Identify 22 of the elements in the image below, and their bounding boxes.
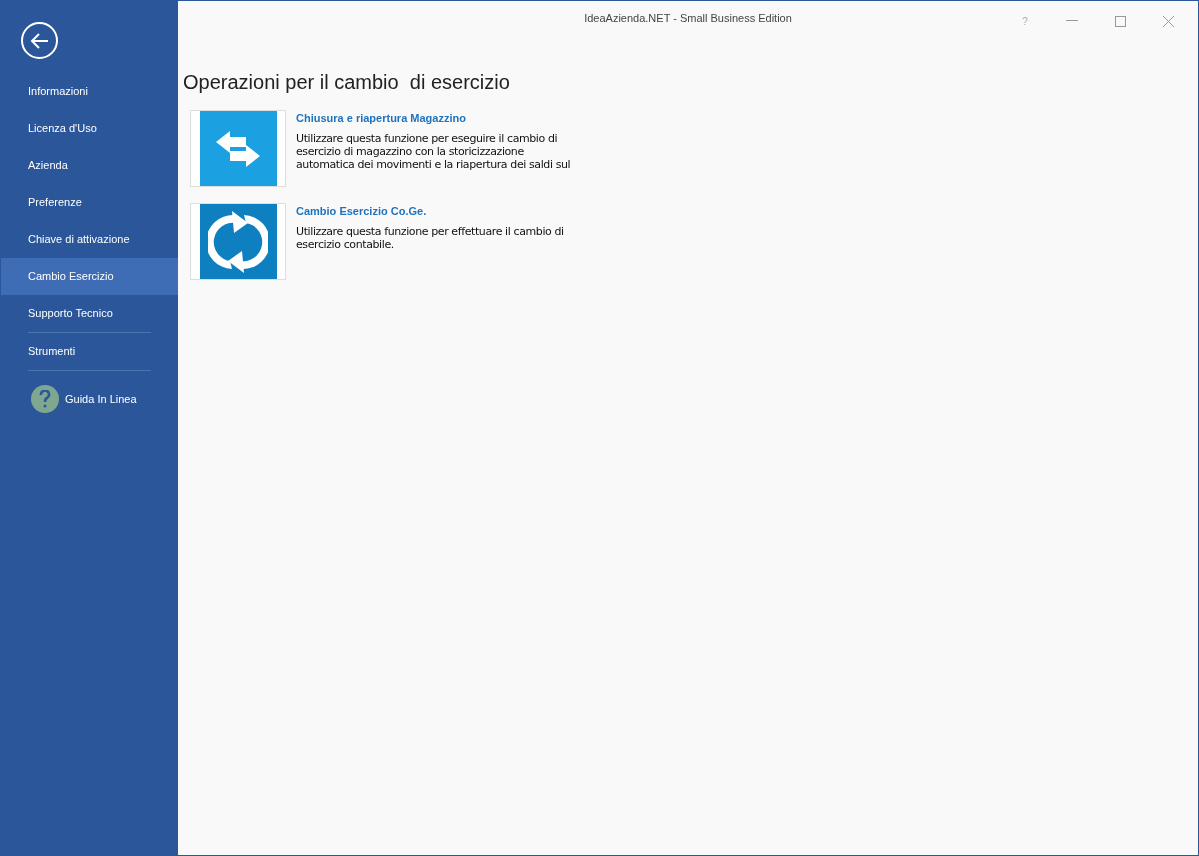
back-arrow-icon [29, 31, 50, 50]
sidebar-item[interactable]: Chiave di attivazione [1, 221, 178, 258]
operation-tile[interactable] [190, 110, 286, 187]
sidebar-item[interactable]: Azienda [1, 147, 178, 184]
operation-title[interactable]: Cambio Esercizio Co.Ge. [296, 203, 576, 220]
sidebar-item[interactable]: Supporto Tecnico [1, 295, 178, 332]
refresh-arrows-icon [199, 204, 277, 279]
operation-tile[interactable] [190, 203, 286, 280]
back-button[interactable] [21, 22, 58, 59]
operation-description: Utilizzare questa funzione per eseguire il cambio di esercizio di magazzino con la storicizzazione automatica dei movimenti e la riapertura dei saldi sul [296, 131, 572, 171]
sidebar-item[interactable]: Strumenti [1, 333, 178, 370]
sidebar-item[interactable]: Cambio Esercizio [1, 258, 178, 295]
help-link[interactable]: Guida In Linea [65, 390, 137, 408]
window-title: IdeaAzienda.NET - Small Business Edition [584, 11, 792, 26]
operation-description: Utilizzare questa funzione per effettuare il cambio di esercizio contabile. [296, 224, 565, 251]
help-icon[interactable] [31, 385, 59, 413]
swap-arrows-icon [199, 111, 277, 186]
sidebar-item[interactable]: Informazioni [1, 73, 178, 110]
operation-title[interactable]: Chiusura e riapertura Magazzino [296, 110, 576, 127]
sidebar-item[interactable]: Licenza d'Uso [1, 110, 178, 147]
sidebar-item[interactable]: Preferenze [1, 184, 178, 221]
page-heading: Operazioni per il cambio di esercizio [183, 70, 511, 95]
